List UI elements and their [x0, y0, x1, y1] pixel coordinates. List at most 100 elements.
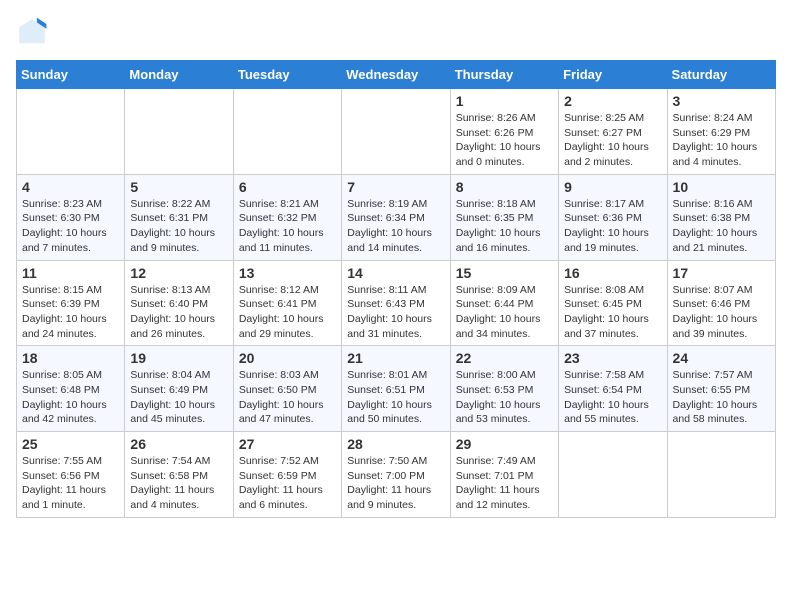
day-number: 23 — [564, 350, 661, 366]
calendar-cell: 1 Sunrise: 8:26 AMSunset: 6:26 PMDaylight… — [450, 89, 558, 175]
day-info: Sunrise: 8:07 AMSunset: 6:46 PMDaylight:… — [673, 283, 770, 342]
day-info: Sunrise: 7:57 AMSunset: 6:55 PMDaylight:… — [673, 368, 770, 427]
calendar-cell: 10 Sunrise: 8:16 AMSunset: 6:38 PMDayligh… — [667, 174, 775, 260]
day-info: Sunrise: 8:15 AMSunset: 6:39 PMDaylight:… — [22, 283, 119, 342]
column-header-wednesday: Wednesday — [342, 61, 450, 89]
calendar-cell: 12Sunrise: 8:13 AMSunset: 6:40 PMDayligh… — [125, 260, 233, 346]
calendar-cell: 9 Sunrise: 8:17 AMSunset: 6:36 PMDaylight… — [559, 174, 667, 260]
calendar-cell: 8 Sunrise: 8:18 AMSunset: 6:35 PMDaylight… — [450, 174, 558, 260]
day-number: 11 — [22, 265, 119, 281]
day-info: Sunrise: 8:01 AMSunset: 6:51 PMDaylight:… — [347, 368, 444, 427]
calendar-week-row: 1 Sunrise: 8:26 AMSunset: 6:26 PMDaylight… — [17, 89, 776, 175]
day-number: 12 — [130, 265, 227, 281]
calendar-cell: 23 Sunrise: 7:58 AMSunset: 6:54 PMDayligh… — [559, 346, 667, 432]
day-info: Sunrise: 8:08 AMSunset: 6:45 PMDaylight:… — [564, 283, 661, 342]
calendar-cell: 17 Sunrise: 8:07 AMSunset: 6:46 PMDayligh… — [667, 260, 775, 346]
calendar-week-row: 4 Sunrise: 8:23 AMSunset: 6:30 PMDaylight… — [17, 174, 776, 260]
day-number: 27 — [239, 436, 336, 452]
day-info: Sunrise: 8:16 AMSunset: 6:38 PMDaylight:… — [673, 197, 770, 256]
calendar-week-row: 11 Sunrise: 8:15 AMSunset: 6:39 PMDayligh… — [17, 260, 776, 346]
day-info: Sunrise: 8:24 AMSunset: 6:29 PMDaylight:… — [673, 111, 770, 170]
calendar-cell: 20 Sunrise: 8:03 AMSunset: 6:50 PMDayligh… — [233, 346, 341, 432]
calendar-table: SundayMondayTuesdayWednesdayThursdayFrid… — [16, 60, 776, 518]
day-number: 5 — [130, 179, 227, 195]
day-info: Sunrise: 7:55 AMSunset: 6:56 PMDaylight:… — [22, 454, 119, 513]
day-info: Sunrise: 8:09 AMSunset: 6:44 PMDaylight:… — [456, 283, 553, 342]
day-number: 2 — [564, 93, 661, 109]
day-number: 24 — [673, 350, 770, 366]
day-info: Sunrise: 8:26 AMSunset: 6:26 PMDaylight:… — [456, 111, 553, 170]
calendar-cell: 26 Sunrise: 7:54 AMSunset: 6:58 PMDayligh… — [125, 432, 233, 518]
day-number: 10 — [673, 179, 770, 195]
day-number: 21 — [347, 350, 444, 366]
logo-icon — [16, 16, 48, 48]
day-info: Sunrise: 7:58 AMSunset: 6:54 PMDaylight:… — [564, 368, 661, 427]
day-info: Sunrise: 7:50 AMSunset: 7:00 PMDaylight:… — [347, 454, 444, 513]
day-number: 25 — [22, 436, 119, 452]
calendar-cell: 15 Sunrise: 8:09 AMSunset: 6:44 PMDayligh… — [450, 260, 558, 346]
logo — [16, 16, 52, 48]
calendar-cell: 4 Sunrise: 8:23 AMSunset: 6:30 PMDaylight… — [17, 174, 125, 260]
calendar-cell: 24 Sunrise: 7:57 AMSunset: 6:55 PMDayligh… — [667, 346, 775, 432]
day-number: 29 — [456, 436, 553, 452]
calendar-cell: 27 Sunrise: 7:52 AMSunset: 6:59 PMDayligh… — [233, 432, 341, 518]
day-number: 4 — [22, 179, 119, 195]
day-number: 19 — [130, 350, 227, 366]
calendar-week-row: 25 Sunrise: 7:55 AMSunset: 6:56 PMDayligh… — [17, 432, 776, 518]
day-number: 6 — [239, 179, 336, 195]
column-header-friday: Friday — [559, 61, 667, 89]
day-info: Sunrise: 8:18 AMSunset: 6:35 PMDaylight:… — [456, 197, 553, 256]
calendar-cell — [233, 89, 341, 175]
column-header-sunday: Sunday — [17, 61, 125, 89]
day-info: Sunrise: 8:05 AMSunset: 6:48 PMDaylight:… — [22, 368, 119, 427]
calendar-header-row: SundayMondayTuesdayWednesdayThursdayFrid… — [17, 61, 776, 89]
calendar-cell: 13 Sunrise: 8:12 AMSunset: 6:41 PMDayligh… — [233, 260, 341, 346]
day-info: Sunrise: 8:23 AMSunset: 6:30 PMDaylight:… — [22, 197, 119, 256]
day-info: Sunrise: 7:49 AMSunset: 7:01 PMDaylight:… — [456, 454, 553, 513]
day-number: 22 — [456, 350, 553, 366]
calendar-cell — [17, 89, 125, 175]
day-number: 17 — [673, 265, 770, 281]
day-number: 8 — [456, 179, 553, 195]
calendar-cell: 19 Sunrise: 8:04 AMSunset: 6:49 PMDayligh… — [125, 346, 233, 432]
calendar-cell: 14 Sunrise: 8:11 AMSunset: 6:43 PMDayligh… — [342, 260, 450, 346]
calendar-cell — [559, 432, 667, 518]
day-info: Sunrise: 8:04 AMSunset: 6:49 PMDaylight:… — [130, 368, 227, 427]
calendar-cell: 25 Sunrise: 7:55 AMSunset: 6:56 PMDayligh… — [17, 432, 125, 518]
calendar-cell: 6 Sunrise: 8:21 AMSunset: 6:32 PMDaylight… — [233, 174, 341, 260]
day-info: Sunrise: 8:22 AMSunset: 6:31 PMDaylight:… — [130, 197, 227, 256]
day-info: Sunrise: 7:54 AMSunset: 6:58 PMDaylight:… — [130, 454, 227, 513]
calendar-cell: 28Sunrise: 7:50 AMSunset: 7:00 PMDayligh… — [342, 432, 450, 518]
calendar-cell: 21 Sunrise: 8:01 AMSunset: 6:51 PMDayligh… — [342, 346, 450, 432]
day-number: 7 — [347, 179, 444, 195]
calendar-week-row: 18Sunrise: 8:05 AMSunset: 6:48 PMDayligh… — [17, 346, 776, 432]
calendar-cell: 18Sunrise: 8:05 AMSunset: 6:48 PMDayligh… — [17, 346, 125, 432]
day-info: Sunrise: 7:52 AMSunset: 6:59 PMDaylight:… — [239, 454, 336, 513]
day-number: 15 — [456, 265, 553, 281]
calendar-cell: 22Sunrise: 8:00 AMSunset: 6:53 PMDayligh… — [450, 346, 558, 432]
day-number: 9 — [564, 179, 661, 195]
calendar-cell: 29 Sunrise: 7:49 AMSunset: 7:01 PMDayligh… — [450, 432, 558, 518]
day-info: Sunrise: 8:11 AMSunset: 6:43 PMDaylight:… — [347, 283, 444, 342]
calendar-cell: 7 Sunrise: 8:19 AMSunset: 6:34 PMDaylight… — [342, 174, 450, 260]
day-number: 3 — [673, 93, 770, 109]
day-number: 13 — [239, 265, 336, 281]
day-info: Sunrise: 8:19 AMSunset: 6:34 PMDaylight:… — [347, 197, 444, 256]
day-number: 20 — [239, 350, 336, 366]
column-header-monday: Monday — [125, 61, 233, 89]
day-info: Sunrise: 8:17 AMSunset: 6:36 PMDaylight:… — [564, 197, 661, 256]
day-number: 26 — [130, 436, 227, 452]
day-number: 14 — [347, 265, 444, 281]
day-number: 1 — [456, 93, 553, 109]
calendar-cell — [667, 432, 775, 518]
calendar-cell: 2Sunrise: 8:25 AMSunset: 6:27 PMDaylight… — [559, 89, 667, 175]
day-info: Sunrise: 8:03 AMSunset: 6:50 PMDaylight:… — [239, 368, 336, 427]
page-header — [16, 16, 776, 48]
calendar-cell — [342, 89, 450, 175]
calendar-cell: 3 Sunrise: 8:24 AMSunset: 6:29 PMDaylight… — [667, 89, 775, 175]
column-header-tuesday: Tuesday — [233, 61, 341, 89]
day-info: Sunrise: 8:12 AMSunset: 6:41 PMDaylight:… — [239, 283, 336, 342]
calendar-cell — [125, 89, 233, 175]
day-info: Sunrise: 8:21 AMSunset: 6:32 PMDaylight:… — [239, 197, 336, 256]
column-header-thursday: Thursday — [450, 61, 558, 89]
